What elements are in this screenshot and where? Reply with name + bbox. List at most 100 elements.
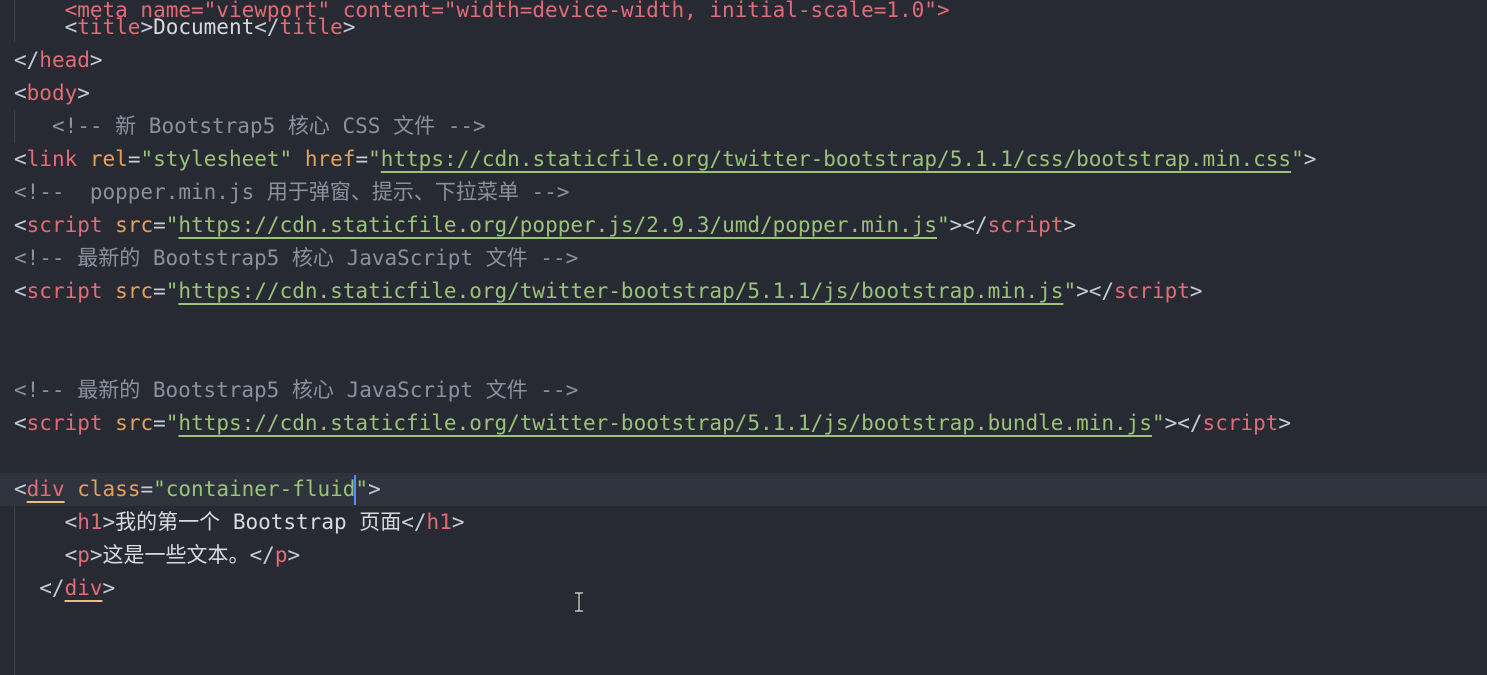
- code-token: <: [14, 81, 27, 105]
- code-token: class: [77, 477, 141, 501]
- code-line[interactable]: <script src="https://cdn.staticfile.org/…: [0, 209, 1487, 242]
- code-token: div: [64, 576, 103, 600]
- code-token: <!-- 最新的 Bootstrap5 核心 JavaScript 文件 -->: [14, 378, 579, 402]
- code-line[interactable]: <link rel="stylesheet" href="https://cdn…: [0, 143, 1487, 176]
- code-line[interactable]: <!-- popper.min.js 用于弹窗、提示、下拉菜单 -->: [0, 176, 1487, 209]
- code-token: <: [14, 543, 78, 567]
- code-token: <!-- 新 Bootstrap5 核心 CSS 文件 -->: [51, 114, 486, 138]
- code-token: >: [140, 15, 154, 39]
- code-token: <!-- popper.min.js 用于弹窗、提示、下拉菜单 -->: [14, 180, 570, 204]
- code-token: >: [102, 576, 116, 600]
- code-token: =: [140, 477, 154, 501]
- code-token: h1: [77, 510, 103, 534]
- code-token: ": [937, 213, 950, 237]
- code-token: =: [127, 147, 141, 171]
- code-token: 这是一些文本。: [102, 543, 250, 567]
- code-token: ": [1063, 279, 1077, 303]
- code-token: <: [14, 477, 27, 501]
- code-token: <: [14, 15, 78, 39]
- code-token: div: [26, 477, 65, 501]
- code-token: =: [153, 213, 166, 237]
- code-token: ": [165, 279, 179, 303]
- code-token: src: [115, 213, 154, 237]
- code-line[interactable]: <script src="https://cdn.staticfile.org/…: [0, 407, 1487, 440]
- code-token: >: [1303, 147, 1317, 171]
- code-token: =: [153, 411, 166, 435]
- code-token: ": [368, 147, 381, 171]
- code-token: >: [1278, 411, 1292, 435]
- code-token: title: [279, 15, 343, 39]
- code-line[interactable]: <title>Document</title>: [0, 11, 1487, 44]
- code-token: 我的第一个 Bootstrap 页面: [115, 510, 402, 534]
- code-line[interactable]: <body>: [0, 77, 1487, 110]
- code-token: https://cdn.staticfile.org/twitter-boots…: [178, 411, 1152, 435]
- code-token: h1: [426, 510, 452, 534]
- code-token: <: [14, 510, 78, 534]
- code-token: https://cdn.staticfile.org/popper.js/2.9…: [178, 213, 938, 237]
- code-line[interactable]: <!-- 最新的 Bootstrap5 核心 JavaScript 文件 -->: [0, 242, 1487, 275]
- code-token: <: [14, 411, 27, 435]
- code-line[interactable]: </div>: [0, 572, 1487, 605]
- text-cursor-icon: [575, 592, 583, 612]
- code-token: script: [1114, 279, 1190, 303]
- code-token: title: [77, 15, 141, 39]
- code-token: </: [14, 576, 65, 600]
- code-token: src: [115, 279, 154, 303]
- code-token: head: [39, 48, 90, 72]
- code-token: >: [368, 477, 381, 501]
- code-token: >: [342, 15, 356, 39]
- code-token: https://cdn.staticfile.org/twitter-boots…: [178, 279, 1064, 303]
- code-token: p: [274, 543, 288, 567]
- code-token: >: [451, 510, 465, 534]
- code-line[interactable]: <!-- 新 Bootstrap5 核心 CSS 文件 -->: [0, 110, 1487, 143]
- code-token: link: [26, 147, 78, 171]
- code-token: ": [1151, 411, 1165, 435]
- code-token: ></: [1076, 279, 1115, 303]
- code-token: >: [102, 510, 116, 534]
- code-token: ": [165, 213, 179, 237]
- code-token: script: [26, 213, 103, 237]
- code-token: ": [355, 477, 369, 501]
- code-token: script: [26, 411, 103, 435]
- code-token: >: [1189, 279, 1203, 303]
- code-token: </: [14, 48, 40, 72]
- code-token: Document: [153, 15, 255, 39]
- code-token: </: [401, 510, 427, 534]
- code-token: >: [77, 81, 90, 105]
- code-line[interactable]: <script src="https://cdn.staticfile.org/…: [0, 275, 1487, 308]
- code-line[interactable]: <h1>我的第一个 Bootstrap 页面</h1>: [0, 506, 1487, 539]
- code-token: >: [1063, 213, 1077, 237]
- code-token: ": [1291, 147, 1304, 171]
- code-token: script: [1202, 411, 1279, 435]
- code-token: href: [304, 147, 356, 171]
- code-token: p: [77, 543, 90, 567]
- code-line[interactable]: <p>这是一些文本。</p>: [0, 539, 1487, 572]
- code-token: >: [89, 48, 103, 72]
- code-token: </: [249, 543, 275, 567]
- code-token: <!-- 最新的 Bootstrap5 核心 JavaScript 文件 -->: [14, 246, 579, 270]
- code-token: script: [987, 213, 1064, 237]
- code-token: "container-fluid: [153, 477, 356, 501]
- code-token: >: [287, 543, 301, 567]
- code-token: script: [26, 279, 103, 303]
- code-editor[interactable]: <meta name="viewport" content="width=dev…: [0, 0, 1487, 675]
- code-line[interactable]: </head>: [0, 44, 1487, 77]
- code-token: body: [26, 81, 78, 105]
- code-token: ": [165, 411, 179, 435]
- code-line-current[interactable]: <div class="container-fluid">: [0, 473, 1487, 506]
- code-token: ></: [1164, 411, 1203, 435]
- code-token: "stylesheet": [140, 147, 293, 171]
- code-token: <: [14, 279, 27, 303]
- code-line[interactable]: <!-- 最新的 Bootstrap5 核心 JavaScript 文件 -->: [0, 374, 1487, 407]
- code-token: src: [115, 411, 154, 435]
- code-token: >: [89, 543, 103, 567]
- code-token: ></: [949, 213, 988, 237]
- code-token: https://cdn.staticfile.org/twitter-boots…: [380, 147, 1292, 171]
